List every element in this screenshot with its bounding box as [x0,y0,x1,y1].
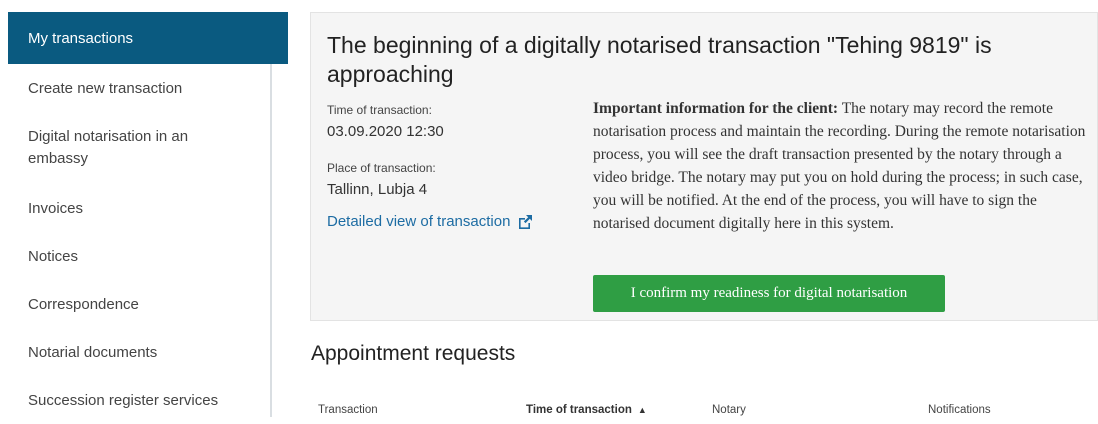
sidebar-item-label: Succession register services [28,391,219,409]
place-label: Place of transaction: [327,161,436,175]
sidebar-item-label: Invoices [28,199,84,217]
sidebar-item-correspondence[interactable]: Correspondence [8,280,270,328]
place-value: Tallinn, Lubja 4 [327,181,428,198]
important-info-text: The notary may record the remote notaris… [593,100,1086,232]
column-header-notary[interactable]: Notary [712,404,746,416]
sidebar-item-create-new-transaction[interactable]: Create new transaction [8,64,270,112]
sidebar-item-notices[interactable]: Notices [8,232,270,280]
sidebar: My transactions Create new transaction D… [8,12,288,417]
transaction-place: Place of transaction: Tallinn, Lubja 4 [327,161,577,198]
detailed-view-link[interactable]: Detailed view of transaction [327,213,533,230]
sidebar-item-invoices[interactable]: Invoices [8,184,270,232]
column-header-time[interactable]: Time of transaction ▲ [526,404,647,416]
column-header-notifications[interactable]: Notifications [928,404,991,416]
transaction-notice-card: The beginning of a digitally notarised t… [310,12,1098,321]
important-info: Important information for the client: Th… [593,97,1093,235]
sidebar-item-label: Create new transaction [28,79,183,97]
column-header-transaction[interactable]: Transaction [318,404,378,416]
sidebar-item-label: Notices [28,247,79,265]
sidebar-item-label: Notarial documents [28,343,158,361]
time-value: 03.09.2020 12:30 [327,123,444,140]
detailed-view-label: Detailed view of transaction [327,213,511,230]
sidebar-item-label: My transactions [28,29,134,47]
external-link-icon [517,214,533,230]
notice-title: The beginning of a digitally notarised t… [327,32,992,87]
sort-ascending-icon: ▲ [637,405,647,415]
transaction-time: Time of transaction: 03.09.2020 12:30 [327,103,577,140]
column-header-time-label: Time of transaction [526,404,632,416]
important-info-heading: Important information for the client: [593,100,839,117]
sidebar-item-digital-notarisation-embassy[interactable]: Digital notarisation in an embassy [8,112,228,184]
time-label: Time of transaction: [327,103,432,117]
confirm-readiness-button[interactable]: I confirm my readiness for digital notar… [593,275,945,312]
sidebar-item-label: Digital notarisation in an embassy [28,128,189,167]
sidebar-item-notarial-documents[interactable]: Notarial documents [8,328,270,376]
sidebar-item-my-transactions[interactable]: My transactions [8,12,288,64]
appointment-requests-title: Appointment requests [311,342,516,365]
sidebar-item-label: Correspondence [28,295,139,313]
